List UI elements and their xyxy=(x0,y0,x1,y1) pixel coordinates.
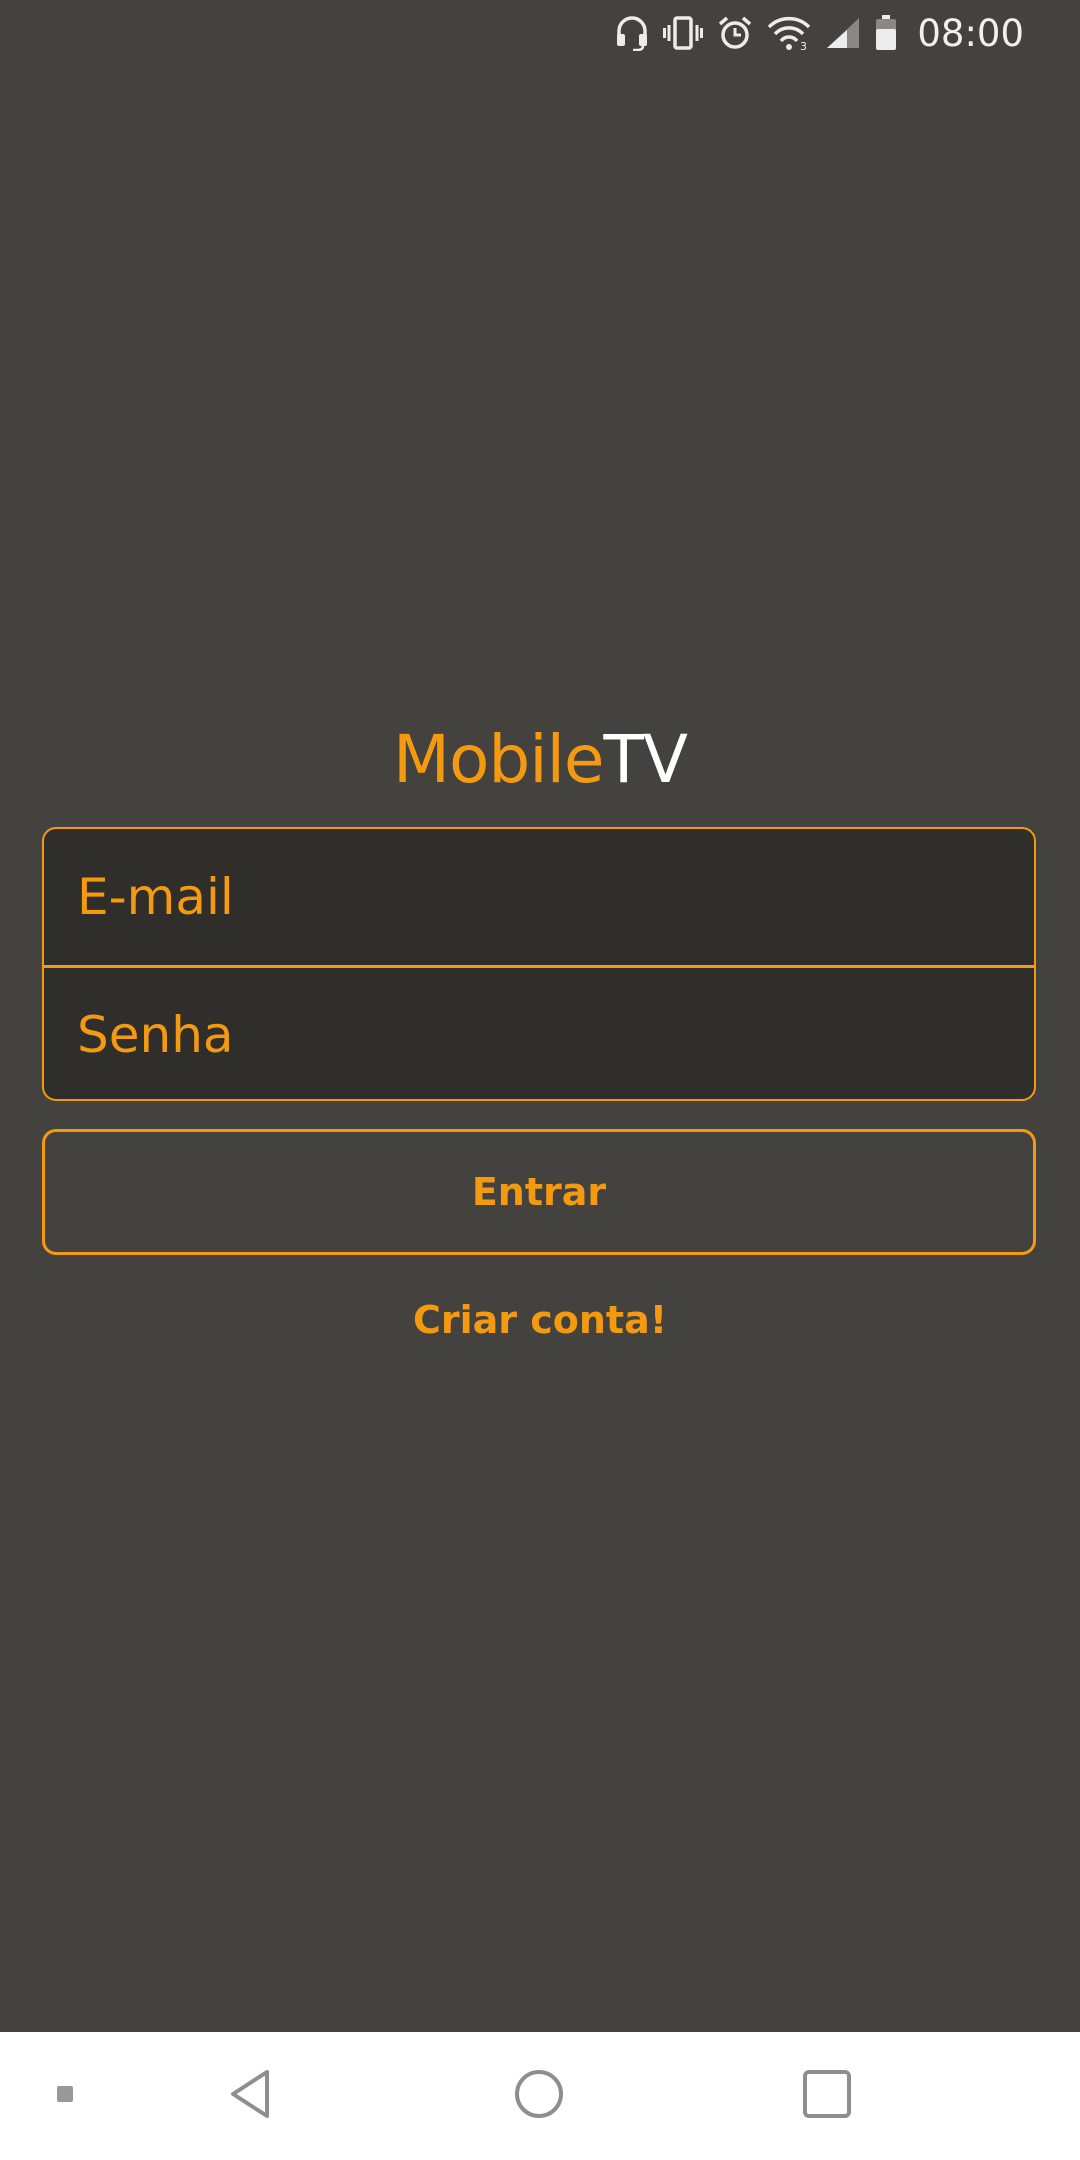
logo-tv-text: TV xyxy=(603,721,688,798)
home-icon xyxy=(513,2068,565,2124)
vibrate-icon xyxy=(663,16,704,50)
logo-mobile-text: Mobile xyxy=(393,721,604,798)
back-button[interactable] xyxy=(200,2032,300,2160)
home-button[interactable] xyxy=(489,2032,589,2160)
status-bar: 3 08:00 xyxy=(0,0,1080,66)
email-field[interactable] xyxy=(44,829,1034,965)
svg-text:3: 3 xyxy=(800,40,807,51)
login-button[interactable]: Entrar xyxy=(42,1129,1036,1255)
password-field-container xyxy=(44,965,1034,1099)
navigation-bar xyxy=(0,2032,1080,2160)
login-screen: 3 08:00 MobileTV Entrar xyxy=(0,0,1080,2160)
headset-icon xyxy=(615,15,649,51)
menu-dot-button[interactable] xyxy=(40,2032,90,2160)
login-form xyxy=(42,827,1036,1101)
app-logo: MobileTV xyxy=(0,720,1080,800)
back-icon xyxy=(227,2068,273,2124)
wifi-icon: 3 xyxy=(767,15,811,51)
menu-dot-icon xyxy=(57,2086,73,2106)
battery-icon xyxy=(875,15,897,51)
status-time: 08:00 xyxy=(917,11,1024,55)
create-account-link[interactable]: Criar conta! xyxy=(0,1290,1080,1350)
recents-button[interactable] xyxy=(777,2032,877,2160)
signal-icon xyxy=(825,16,861,50)
alarm-icon xyxy=(717,15,753,51)
recents-icon xyxy=(802,2069,852,2123)
password-field[interactable] xyxy=(44,968,1034,1099)
email-field-container xyxy=(44,829,1034,965)
